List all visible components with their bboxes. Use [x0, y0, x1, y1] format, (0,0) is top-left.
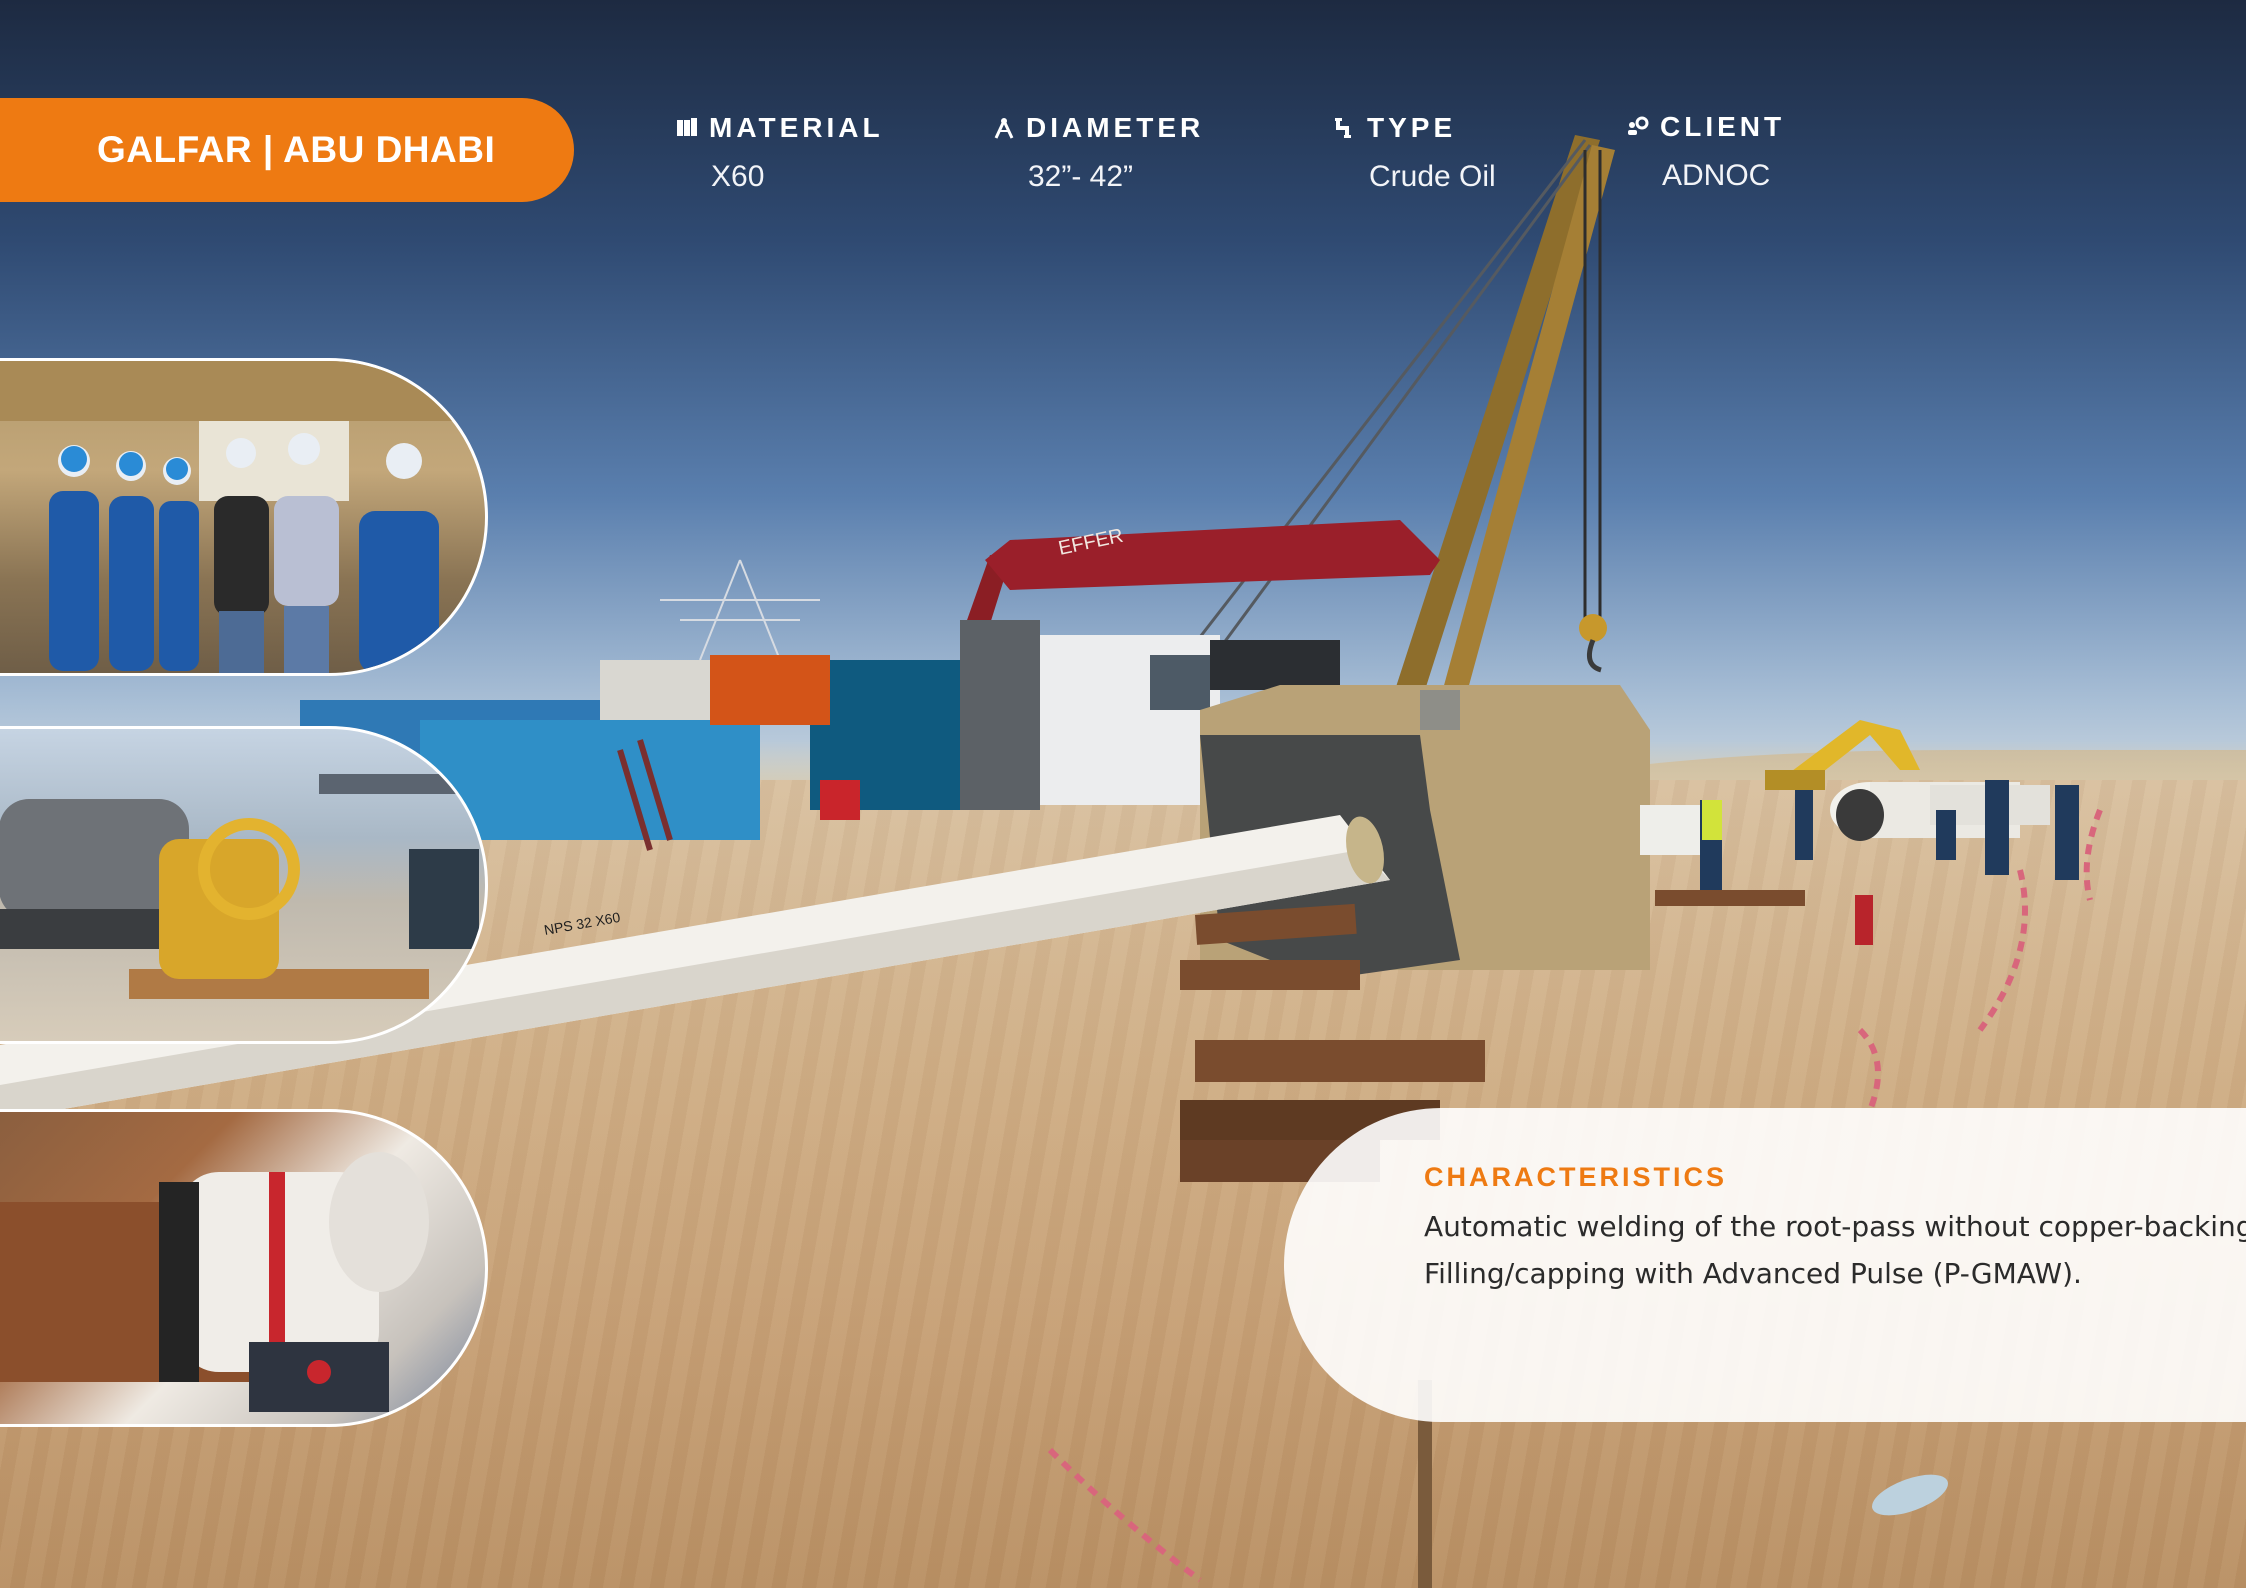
svg-text:NPS 32 X60: NPS 32 X60 [543, 909, 622, 938]
compass-icon [994, 118, 1014, 139]
spec-type-value: Crude Oil [1369, 160, 1496, 193]
characteristics-card: CHARACTERISTICS Automatic welding of the… [1284, 1108, 2246, 1422]
team-photo-illustration [0, 361, 485, 673]
welding-photo-illustration [0, 1152, 429, 1412]
beam-icon [677, 118, 697, 136]
handshake-icon [1628, 116, 1649, 135]
power-tower [660, 559, 820, 661]
spec-type-label: TYPE [1367, 112, 1457, 143]
page-title: GALFAR | ABU DHABI [97, 129, 496, 170]
pipe-icon [1335, 118, 1351, 138]
spec-diameter: DIAMETER 32”- 42” [992, 112, 1204, 194]
photo-welding-equipment [0, 726, 488, 1044]
spec-diameter-value: 32”- 42” [1028, 160, 1134, 193]
equipment-photo-illustration [0, 774, 485, 999]
photo-team [0, 358, 488, 676]
spec-client-label: CLIENT [1660, 111, 1786, 142]
spec-diameter-label: DIAMETER [1026, 112, 1205, 143]
title-banner: GALFAR | ABU DHABI [0, 98, 574, 202]
characteristics-title: CHARACTERISTICS [1424, 1162, 1728, 1192]
spec-client-value: ADNOC [1662, 159, 1771, 192]
characteristics-line: Filling/capping with Advanced Pulse (P-G… [1424, 1257, 2082, 1290]
sideboom-crane [1188, 135, 1615, 700]
spec-type: TYPE Crude Oil [1333, 112, 1496, 194]
characteristics-line: Automatic welding of the root-pass witho… [1424, 1210, 2246, 1243]
water-bottle [1872, 1474, 1948, 1516]
spec-material-value: X60 [711, 160, 765, 193]
spec-material-label: MATERIAL [709, 112, 884, 143]
spec-client: CLIENT ADNOC [1626, 111, 1785, 193]
spec-material: MATERIAL X60 [675, 112, 884, 194]
photo-welding-closeup [0, 1109, 488, 1427]
